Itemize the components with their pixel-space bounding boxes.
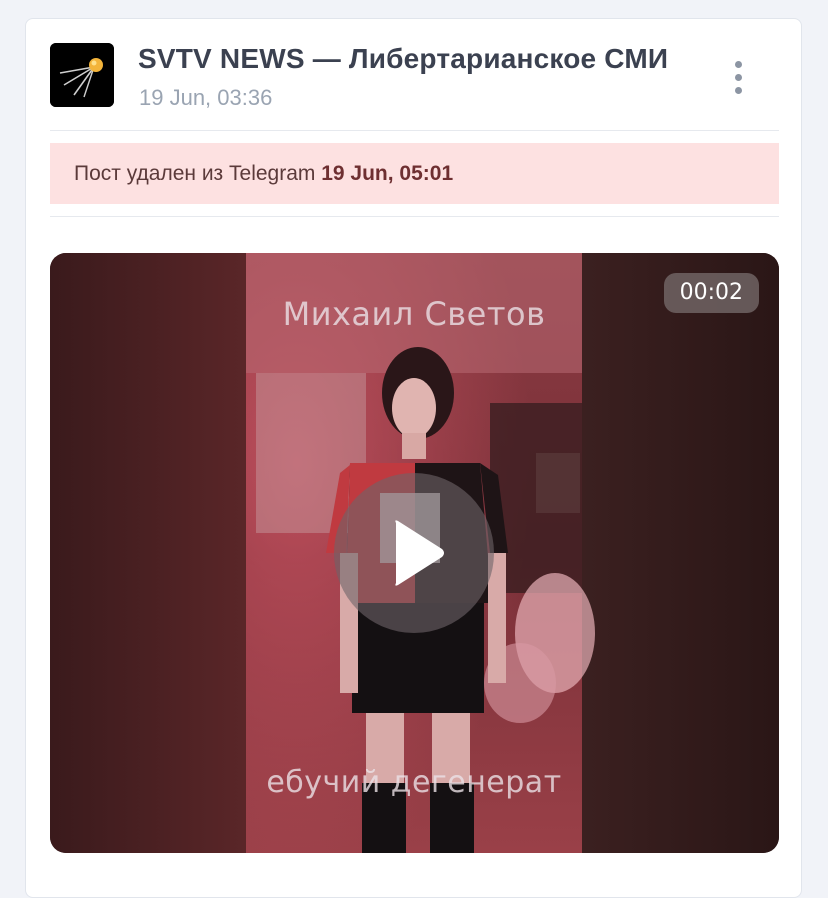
post-card: SVTV NEWS — Либертарианское СМИ 19 Jun, … — [25, 18, 802, 898]
more-vertical-icon[interactable] — [726, 59, 752, 95]
deleted-notice-date: 19 Jun, 05:01 — [321, 162, 454, 185]
channel-avatar[interactable] — [50, 43, 114, 107]
video-caption-bottom: ебучий дегенерат — [266, 765, 562, 800]
divider — [50, 130, 779, 131]
deleted-notice-text: Пост удален из Telegram — [74, 162, 316, 185]
video-duration-badge: 00:02 — [663, 273, 759, 313]
menu-dot — [735, 61, 742, 68]
channel-name[interactable]: SVTV NEWS — Либертарианское СМИ — [138, 43, 668, 75]
sputnik-icon — [50, 43, 114, 107]
video-player[interactable]: Михаил Светов ебучий дегенерат 00:02 — [50, 253, 779, 853]
play-icon — [395, 520, 444, 586]
video-caption-top: Михаил Светов — [282, 295, 546, 333]
menu-dot — [735, 74, 742, 81]
menu-dot — [735, 87, 742, 94]
divider — [50, 216, 779, 217]
post-date: 19 Jun, 03:36 — [139, 85, 273, 110]
play-button[interactable] — [334, 473, 494, 633]
deleted-notice: Пост удален из Telegram 19 Jun, 05:01 — [50, 143, 779, 204]
